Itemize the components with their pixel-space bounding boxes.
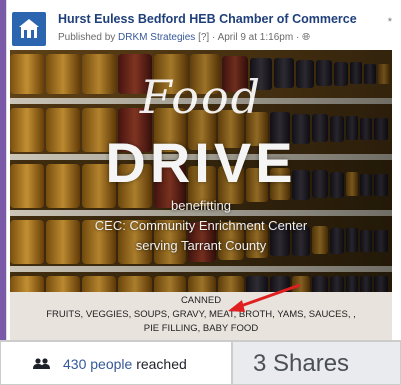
shares-panel[interactable]: 3 Shares	[232, 341, 401, 385]
post-image[interactable]: Food DRIVE benefitting CEC: Community En…	[10, 50, 392, 295]
food-title: Food	[139, 70, 263, 124]
reach-panel[interactable]: 430 people reached	[0, 341, 232, 385]
post-stats-bar: 430 people reached 3 Shares	[0, 340, 401, 385]
post-date[interactable]: April 9 at 1:16pm	[218, 32, 294, 43]
publisher-link[interactable]: DRKM Strategies	[118, 32, 195, 43]
reach-text: 430 people reached	[63, 356, 187, 372]
globe-icon: 🌐︎	[302, 32, 311, 43]
published-prefix: Published by	[58, 32, 116, 43]
page-name-link[interactable]: Hurst Euless Bedford HEB Chamber of Comm…	[58, 12, 357, 26]
chamber-logo-icon	[15, 15, 43, 43]
canned-items-panel: CANNED FRUITS, VEGGIES, SOUPS, GRAVY, ME…	[10, 292, 392, 340]
canned-list-line-1: FRUITS, VEGGIES, SOUPS, GRAVY, MEAT, BRO…	[46, 309, 356, 320]
red-arrow-icon	[228, 283, 301, 312]
post-header: Hurst Euless Bedford HEB Chamber of Comm…	[10, 10, 392, 50]
drive-title: DRIVE	[105, 131, 297, 194]
shares-count[interactable]: 3 Shares	[253, 350, 349, 378]
people-icon	[33, 358, 50, 369]
reach-label: reached	[136, 356, 187, 372]
benefitting-line: benefitting	[171, 198, 231, 213]
service-area-line: serving Tarrant County	[135, 238, 267, 253]
reach-count-link[interactable]: 430 people	[63, 356, 132, 372]
beneficiary-line: CEC: Community Enrichment Center	[94, 218, 308, 233]
dot-separator: ·	[211, 32, 216, 43]
published-line: Published by DRKM Strategies [?] · April…	[58, 32, 310, 43]
publisher-count[interactable]: [?]	[198, 32, 209, 43]
canned-heading: CANNED	[180, 295, 222, 306]
page-logo[interactable]	[12, 12, 46, 46]
dot-separator: ·	[295, 32, 300, 43]
more-options-icon[interactable]: *	[388, 16, 392, 28]
screenshot-frame: Hurst Euless Bedford HEB Chamber of Comm…	[0, 0, 401, 385]
canned-list-line-2: PIE FILLING, BABY FOOD	[143, 323, 259, 334]
